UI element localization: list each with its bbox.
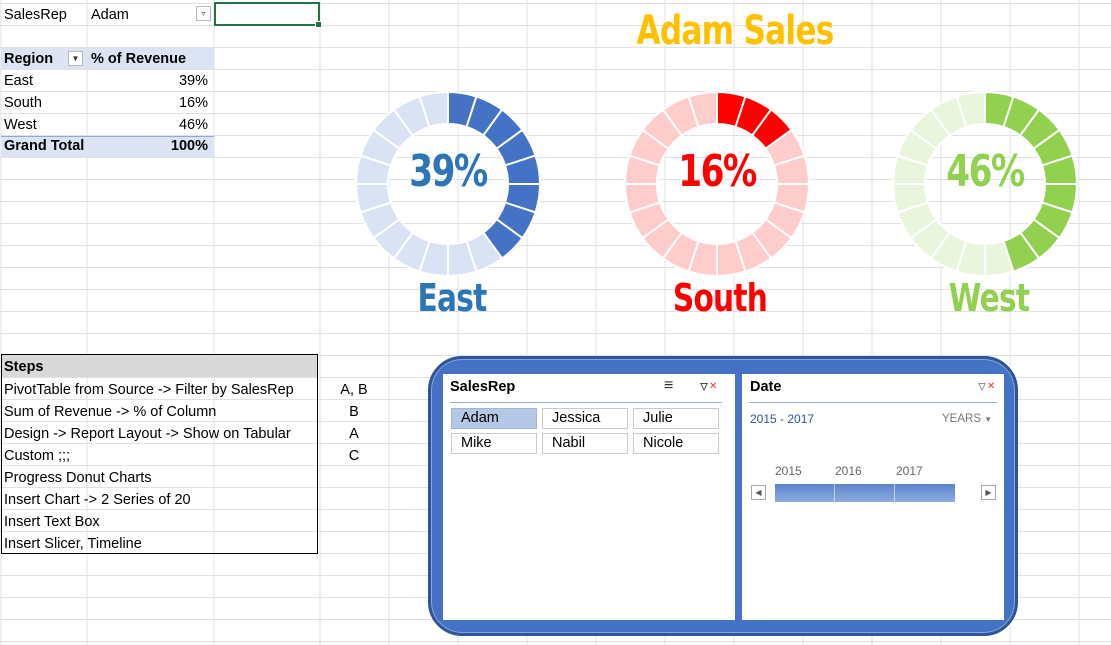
slicer-item-julie[interactable]: Julie xyxy=(633,408,719,429)
step-item: Progress Donut Charts xyxy=(4,470,152,486)
gauge-percent-label: 46% xyxy=(946,146,1025,197)
step-item: Insert Text Box xyxy=(4,514,100,530)
pivot-row-region: South xyxy=(4,95,42,111)
timeline-year-divider xyxy=(834,484,835,502)
step-item: Insert Chart -> 2 Series of 20 xyxy=(4,492,191,508)
slicer-title: SalesRep xyxy=(450,379,516,395)
timeline-year-label: 2017 xyxy=(896,464,923,478)
slicer-item-nicole[interactable]: Nicole xyxy=(633,433,719,454)
timeline-period-dropdown[interactable]: YEARS ▼ xyxy=(942,413,992,425)
slicer-item-jessica[interactable]: Jessica xyxy=(542,408,628,429)
timeline-year-label: 2016 xyxy=(835,464,862,478)
south-donut-chart[interactable]: 16% xyxy=(621,88,813,280)
slicer-divider xyxy=(450,402,722,403)
timeline-title: Date xyxy=(750,379,782,395)
scroll-left-icon[interactable]: ◀ xyxy=(751,485,766,500)
west-donut-chart[interactable]: 46% xyxy=(889,88,1081,280)
clear-filter-icon[interactable]: ▿ ✕ xyxy=(978,376,995,396)
step-ref: A, B xyxy=(340,382,368,398)
scroll-right-icon[interactable]: ▶ xyxy=(981,485,996,500)
slicer-item-mike[interactable]: Mike xyxy=(451,433,537,454)
pivot-row-pct: 16% xyxy=(178,95,208,111)
pivot-row-region: East xyxy=(4,73,34,89)
gauge-region-label: South xyxy=(672,276,768,320)
timeline-range-label: 2015 - 2017 xyxy=(750,412,815,426)
east-donut-chart[interactable]: 39% xyxy=(352,88,544,280)
pivot-total-pct: 100% xyxy=(170,138,208,154)
pivot-row-pct: 39% xyxy=(178,73,208,89)
gauge-percent-label: 16% xyxy=(678,146,757,197)
pivot-header-pct: % of Revenue xyxy=(91,51,187,67)
pivot-filter-field: SalesRep xyxy=(4,7,67,23)
timeline-year-label: 2015 xyxy=(775,464,802,478)
step-item: Design -> Report Layout -> Show on Tabul… xyxy=(4,426,291,442)
slicer-item-nabil[interactable]: Nabil xyxy=(542,433,628,454)
timeline-year-divider xyxy=(894,484,895,502)
step-item: Sum of Revenue -> % of Column xyxy=(4,404,217,420)
pivot-row-pct: 46% xyxy=(178,117,208,133)
step-ref: C xyxy=(348,448,360,464)
pivot-header-region: Region xyxy=(4,48,64,70)
dashboard-title: Adam Sales xyxy=(636,8,834,54)
gauge-percent-label: 39% xyxy=(409,146,488,197)
chevron-down-icon: ▼ xyxy=(984,415,993,424)
steps-header: Steps xyxy=(4,359,44,375)
clear-filter-icon[interactable]: ▿ ✕ xyxy=(700,376,717,396)
timeline-period-label: YEARS xyxy=(942,413,981,425)
step-item: Custom ;;; xyxy=(4,448,71,464)
pivot-row-region: West xyxy=(4,117,37,133)
timeline-divider xyxy=(749,402,997,403)
multi-select-icon[interactable]: ≡ xyxy=(664,377,673,395)
timeline-selection-bar[interactable] xyxy=(775,484,955,502)
region-filter-dropdown-icon[interactable]: ▼ xyxy=(68,51,83,66)
step-item: PivotTable from Source -> Filter by Sale… xyxy=(4,382,294,398)
filter-applied-icon[interactable]: ▿ xyxy=(196,6,211,21)
gauge-region-label: West xyxy=(948,276,1030,320)
step-ref: A xyxy=(349,426,359,442)
step-ref: B xyxy=(349,404,359,420)
active-cell[interactable] xyxy=(214,2,322,28)
step-item: Insert Slicer, Timeline xyxy=(4,536,142,552)
pivot-filter-value[interactable]: Adam xyxy=(91,4,191,26)
gauge-region-label: East xyxy=(417,276,488,320)
slicer-item-adam[interactable]: Adam xyxy=(451,408,537,429)
pivot-total-label: Grand Total xyxy=(4,138,85,154)
